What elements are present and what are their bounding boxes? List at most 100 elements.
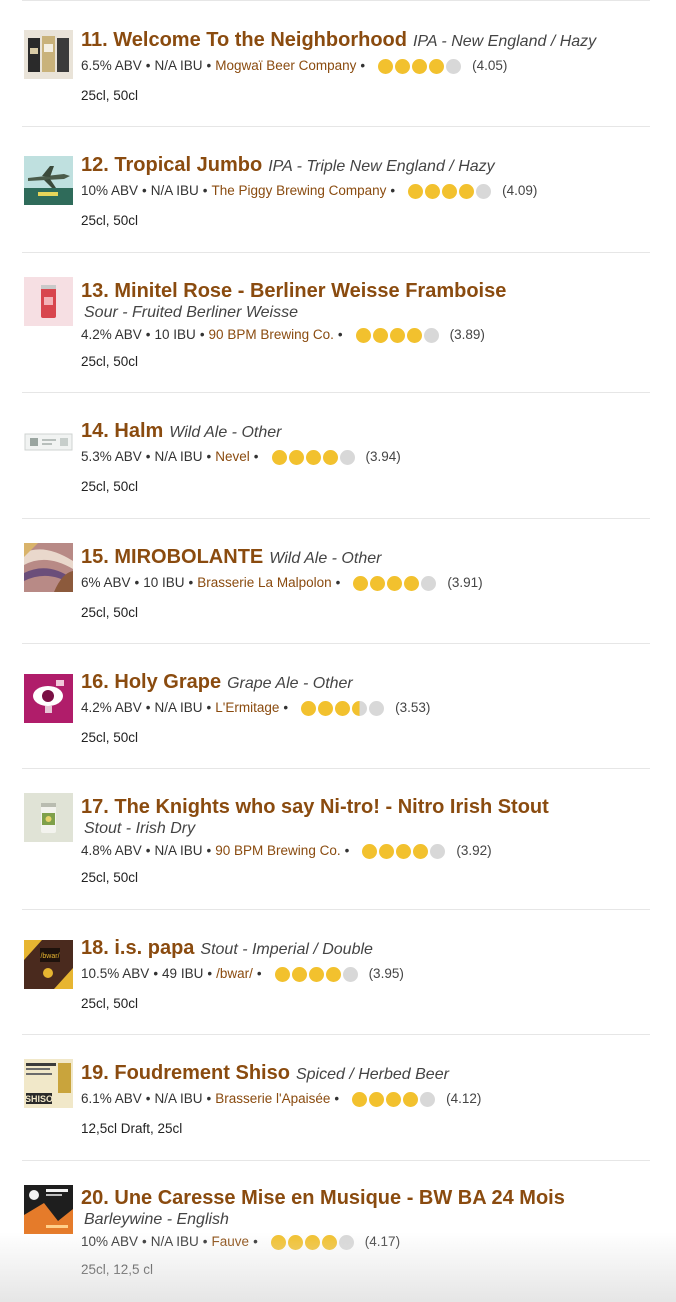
abv-value: 4.2% ABV	[81, 700, 142, 715]
ibu-value: N/A IBU	[150, 1234, 199, 1249]
rating-cap-icon	[353, 575, 369, 591]
separator-dot: •	[253, 449, 259, 464]
ibu-value: N/A IBU	[154, 449, 203, 464]
white-label-icon[interactable]	[24, 418, 73, 467]
serving-sizes: 25cl, 50cl	[81, 996, 139, 1011]
rating-cap-icon	[395, 58, 411, 74]
rating-caps	[270, 1234, 356, 1250]
green-can-icon[interactable]	[24, 793, 73, 842]
pink-can-icon[interactable]	[24, 277, 73, 326]
rating-cap-icon	[352, 1091, 368, 1107]
separator-dot: •	[145, 327, 151, 342]
beer-cans-label-icon[interactable]	[24, 30, 73, 79]
beer-name-link[interactable]: 16. Holy Grape	[81, 671, 221, 693]
beer-name-link[interactable]: 18. i.s. papa	[81, 937, 194, 959]
ibu-value: N/A IBU	[154, 700, 203, 715]
beer-name-link[interactable]: 15. MIROBOLANTE	[81, 546, 263, 568]
beer-name-link[interactable]: 11. Welcome To the Neighborhood	[81, 29, 407, 51]
rating-cap-icon	[446, 58, 462, 74]
beer-number: 18.	[81, 937, 109, 959]
rating-cap-icon	[396, 843, 412, 859]
rating-score: (3.95)	[368, 966, 404, 981]
beer-meta: 6.5% ABV • N/A IBU • Mogwaï Beer Company • (4.…	[81, 56, 661, 76]
beer-style: Spiced / Herbed Beer	[295, 1066, 449, 1083]
rating-cap-icon	[412, 58, 428, 74]
separator-dot: •	[188, 575, 194, 590]
beer-name: Minitel Rose - Berliner Weisse Framboise	[114, 280, 507, 302]
brewery-link[interactable]: 90 BPM Brewing Co.	[209, 325, 334, 345]
rating-caps	[362, 843, 447, 859]
brewery-link[interactable]: Nevel	[215, 447, 250, 467]
beer-meta: 6.1% ABV • N/A IBU • Brasserie l'Apaisée • (4.…	[81, 1089, 661, 1109]
beer-number: 12.	[81, 154, 109, 176]
rating-score: (3.94)	[365, 449, 401, 464]
separator-dot: •	[134, 575, 140, 590]
abstract-art-icon[interactable]	[24, 543, 73, 592]
beer-name-link[interactable]: 17. The Knights who say Ni-tro! - Nitro …	[81, 796, 549, 818]
rating-cap-icon	[352, 700, 368, 716]
airplane-label-icon[interactable]	[24, 156, 73, 205]
beer-info: 18. i.s. papa Stout - Imperial / Double 10…	[81, 936, 661, 984]
ibu-value: N/A IBU	[154, 58, 203, 73]
beer-title-line: 18. i.s. papa Stout - Imperial / Double	[81, 936, 661, 962]
brewery-link[interactable]: Mogwaï Beer Company	[215, 56, 356, 76]
rating-cap-icon	[369, 700, 385, 716]
separator-dot: •	[390, 183, 396, 198]
ibu-value: N/A IBU	[154, 1091, 203, 1106]
serving-sizes: 25cl, 50cl	[81, 88, 139, 103]
beer-name-link[interactable]: 19. Foudrement Shiso	[81, 1062, 290, 1084]
brewery-link[interactable]: The Piggy Brewing Company	[212, 181, 387, 201]
item-divider	[22, 1034, 650, 1035]
beer-title-line: 14. Halm Wild Ale - Other	[81, 419, 661, 445]
abv-value: 10% ABV	[81, 1234, 139, 1249]
rating-cap-icon	[270, 1234, 286, 1250]
abv-value: 4.8% ABV	[81, 843, 142, 858]
beer-meta: 4.8% ABV • N/A IBU • 90 BPM Brewing Co. • (3.9…	[81, 841, 661, 861]
rating-cap-icon	[378, 58, 394, 74]
rating-cap-icon	[386, 1091, 402, 1107]
separator-dot: •	[202, 183, 208, 198]
rating-cap-icon	[389, 327, 405, 343]
beer-info: 17. The Knights who say Ni-tro! - Nitro …	[81, 795, 661, 861]
bwar-logo-icon[interactable]: /bwar/	[24, 940, 73, 989]
beer-style: IPA - Triple New England / Hazy	[268, 158, 495, 175]
rating-cap-icon	[406, 327, 422, 343]
separator-dot: •	[207, 966, 213, 981]
brewery-link[interactable]: Brasserie La Malpolon	[197, 573, 331, 593]
beer-name-link[interactable]: 13. Minitel Rose - Berliner Weisse Framb…	[81, 280, 506, 302]
rating-score: (3.91)	[447, 575, 483, 590]
shiso-label-icon[interactable]: SHISO	[24, 1059, 73, 1108]
beer-name-link[interactable]: 12. Tropical Jumbo	[81, 154, 262, 176]
rating-score: (4.17)	[364, 1234, 401, 1249]
beer-name-link[interactable]: 20. Une Caresse Mise en Musique - BW BA …	[81, 1187, 565, 1209]
brewery-link[interactable]: Brasserie l'Apaisée	[215, 1089, 330, 1109]
beer-style: Barleywine - English	[84, 1211, 229, 1228]
rating-cap-icon	[369, 1091, 385, 1107]
beer-title-line: 17. The Knights who say Ni-tro! - Nitro …	[81, 795, 661, 819]
brewery-link[interactable]: Fauve	[212, 1232, 250, 1252]
brewery-link[interactable]: /bwar/	[216, 964, 253, 984]
top-divider	[22, 0, 650, 1]
brewery-link[interactable]: L'Ermitage	[215, 698, 279, 718]
rating-caps	[301, 700, 386, 716]
item-divider	[22, 392, 650, 393]
beer-name-link[interactable]: 14. Halm	[81, 420, 163, 442]
rating-caps	[408, 183, 493, 199]
beer-info: 14. Halm Wild Ale - Other 5.3% ABV • N/A IBU…	[81, 419, 661, 467]
rating-score: (4.05)	[472, 58, 508, 73]
beer-info: 12. Tropical Jumbo IPA - Triple New Engla…	[81, 153, 661, 201]
abv-value: 10% ABV	[81, 183, 139, 198]
rating-score: (3.92)	[456, 843, 492, 858]
rating-score: (3.89)	[449, 327, 485, 342]
rating-cap-icon	[429, 58, 445, 74]
rating-cap-icon	[321, 1234, 337, 1250]
beer-number: 11.	[81, 29, 108, 51]
abv-value: 6% ABV	[81, 575, 131, 590]
beer-meta: 4.2% ABV • 10 IBU • 90 BPM Brewing Co. • (3.89…	[81, 325, 661, 345]
brewery-link[interactable]: 90 BPM Brewing Co.	[215, 841, 340, 861]
rating-score: (3.53)	[395, 700, 431, 715]
rating-cap-icon	[335, 700, 351, 716]
grape-logo-icon[interactable]	[24, 674, 73, 723]
fauve-label-icon[interactable]	[24, 1185, 73, 1234]
rating-cap-icon	[338, 1234, 354, 1250]
